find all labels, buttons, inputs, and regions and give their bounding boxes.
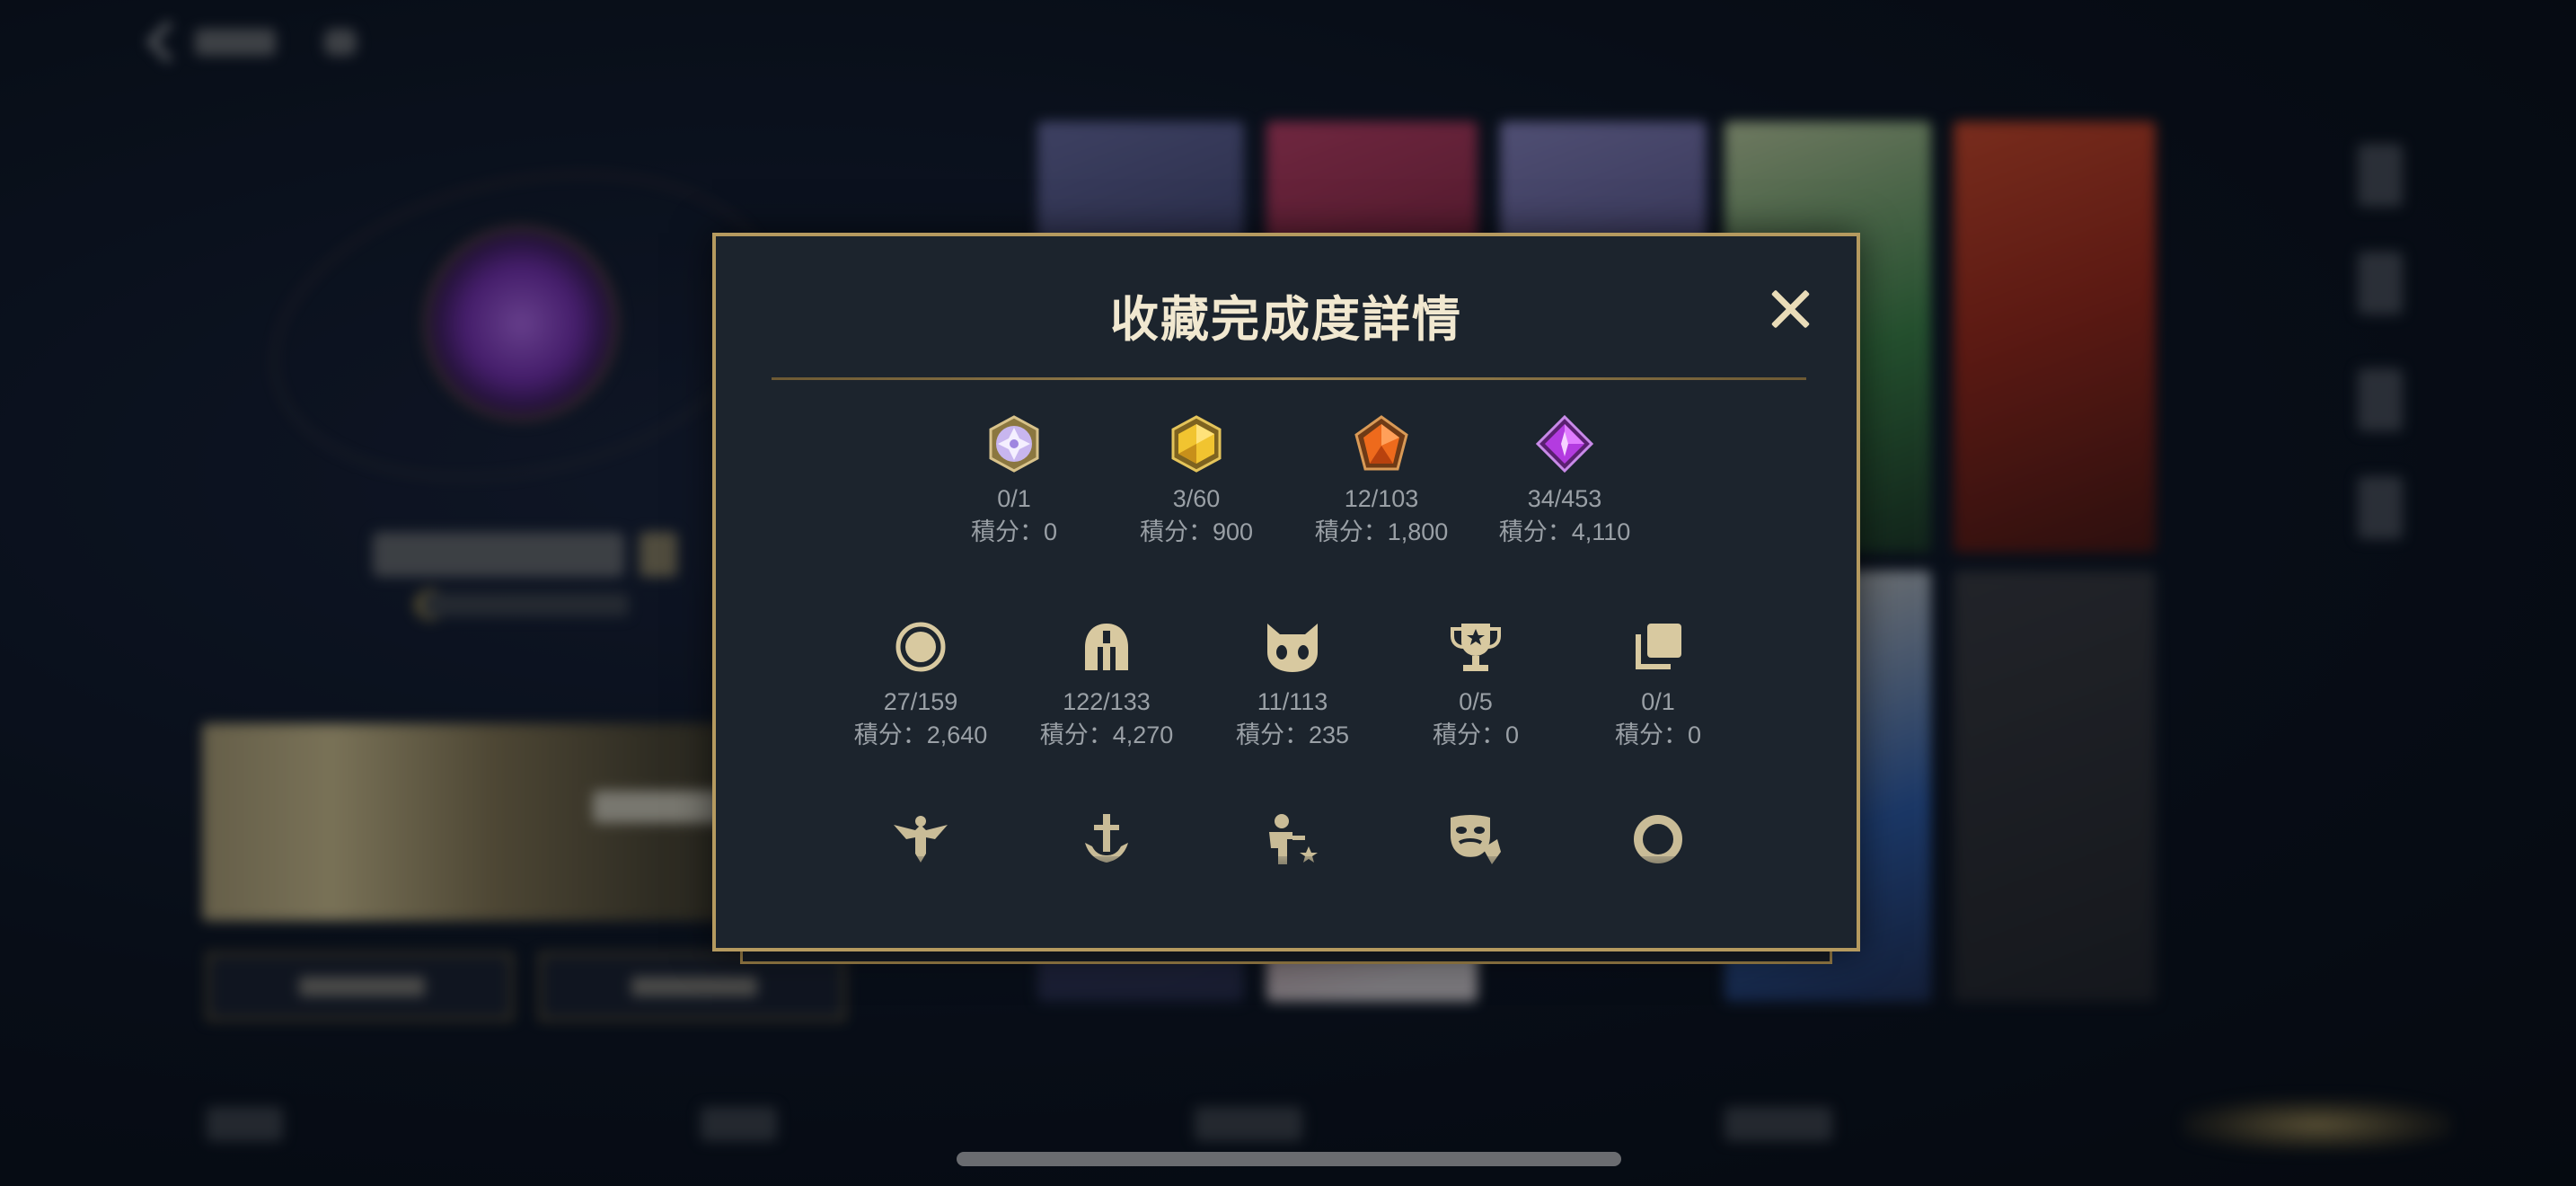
stat-count: 27/159 — [883, 688, 958, 715]
dialog-title: 收藏完成度詳情 — [1110, 293, 1462, 347]
gem-purple-icon — [1457, 411, 1672, 477]
stat-count: 34/453 — [1527, 485, 1602, 512]
stat-count: 0/1 — [1641, 688, 1675, 715]
stat-points: 積分：2,640 — [853, 721, 988, 748]
stat-count: 122/133 — [1063, 688, 1151, 715]
stat-count: 3/60 — [1172, 485, 1221, 512]
stat-card-stack[interactable]: 0/1 積分：0 — [1550, 614, 1766, 752]
divider — [772, 377, 1806, 380]
stat-ring[interactable]: 27/159 積分：2,640 — [813, 614, 1028, 752]
stat-points: 積分：4,270 — [1039, 721, 1174, 748]
home-indicator[interactable] — [957, 1152, 1621, 1166]
helmet-icon — [999, 614, 1214, 680]
modal-footer-edge — [740, 951, 1832, 964]
card-stack-icon — [1550, 614, 1766, 680]
stat-gem-purple[interactable]: 34/453 積分：4,110 — [1457, 411, 1672, 549]
stat-points: 積分：0 — [1614, 721, 1702, 748]
stat-points: 積分：4,110 — [1498, 518, 1631, 545]
gem-gold-icon — [1089, 411, 1304, 477]
stat-helmet[interactable]: 122/133 積分：4,270 — [999, 614, 1214, 752]
stat-gem-gold[interactable]: 3/60 積分：900 — [1089, 411, 1304, 549]
scroll-fade — [716, 856, 1857, 901]
collection-details-dialog: 收藏完成度詳情 0/1 積分：0 3/60 積分：900 12/103 積分：1… — [712, 233, 1860, 951]
stat-points: 積分：900 — [1139, 518, 1254, 545]
close-icon[interactable] — [1763, 283, 1817, 337]
ring-icon — [813, 614, 1028, 680]
screen: 收藏完成度詳情 0/1 積分：0 3/60 積分：900 12/103 積分：1… — [0, 0, 2576, 1186]
